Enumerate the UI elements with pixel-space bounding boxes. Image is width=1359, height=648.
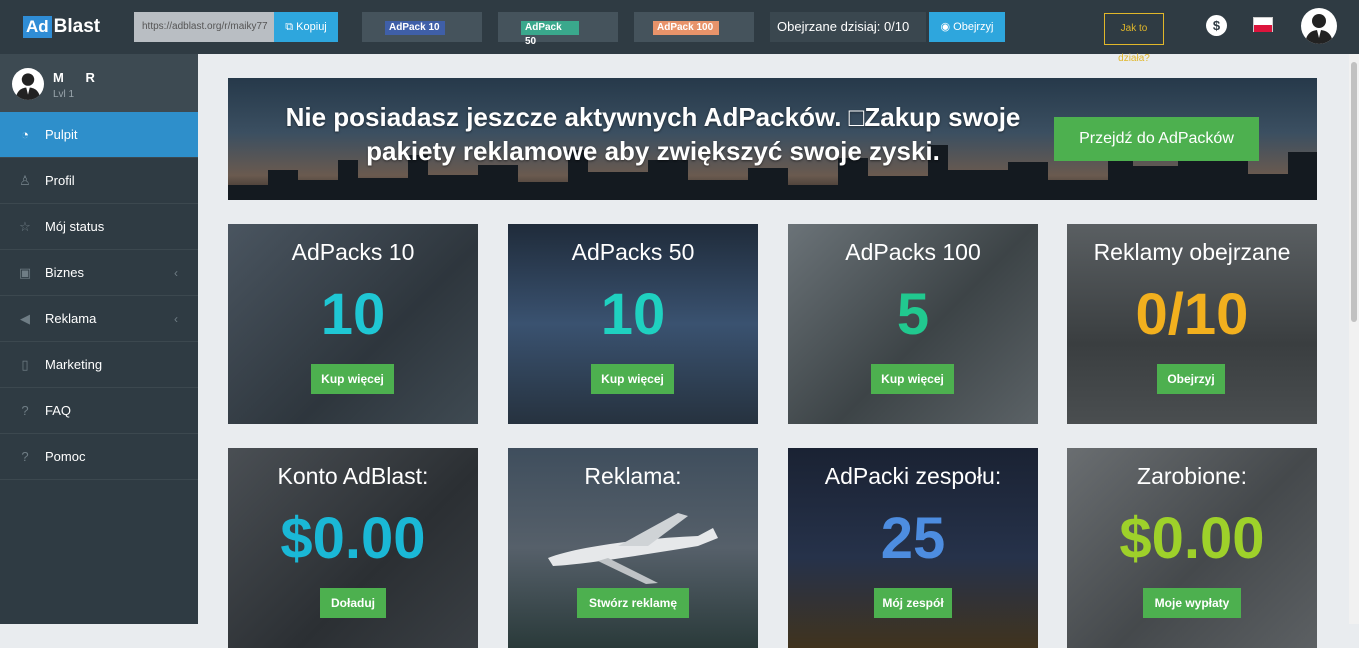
card-title: AdPacks 100 <box>845 239 981 265</box>
dollar-icon[interactable]: $ <box>1206 15 1227 36</box>
sidebar-item-label: Pulpit <box>45 127 78 142</box>
sidebar-item-pomoc[interactable]: ? Pomoc <box>0 434 198 480</box>
card-adpacks-10: AdPacks 10 10 Kup więcej <box>228 224 478 424</box>
my-payouts-button[interactable]: Moje wypłaty <box>1143 588 1241 618</box>
page-scrollbar[interactable] <box>1349 54 1359 624</box>
sidebar-item-label: Reklama <box>45 311 97 326</box>
top-up-button[interactable]: Doładuj <box>320 588 386 618</box>
sidebar-menu: ◔ Pulpit ♙ Profil ☆ Mój status ▣ Biznes … <box>0 112 198 480</box>
sidebar-item-label: Biznes <box>45 265 85 280</box>
sidebar-item-biznes[interactable]: ▣ Biznes ‹ <box>0 250 198 296</box>
sidebar-item-label: Pomoc <box>45 449 86 464</box>
card-title: AdPacks 10 <box>291 239 415 265</box>
sidebar-avatar <box>12 68 44 100</box>
create-ad-button[interactable]: Stwórz reklamę <box>577 588 689 618</box>
sidebar-item-reklama[interactable]: ◀ Reklama ‹ <box>0 296 198 342</box>
card-adpacks-50: AdPacks 50 10 Kup więcej <box>508 224 758 424</box>
card-value: 25 <box>880 506 946 571</box>
buy-more-button[interactable]: Kup więcej <box>591 364 674 394</box>
airplane-image <box>548 513 718 584</box>
card-value: $0.00 <box>280 506 426 571</box>
copy-label: Kopiuj <box>296 21 327 33</box>
adpack-50-counter[interactable]: AdPack 50 <box>498 12 618 47</box>
sidebar-item-faq[interactable]: ? FAQ <box>0 388 198 434</box>
scrollbar-thumb[interactable] <box>1351 62 1357 322</box>
referral-link-field[interactable]: https://adblast.org/r/maiky77 <box>134 12 274 42</box>
card-adpacks-100: AdPacks 100 5 Kup więcej <box>788 224 1038 424</box>
briefcase-icon: ▣ <box>18 265 32 280</box>
adpack-100-label: AdPack 100 <box>653 21 719 35</box>
card-value: 0/10 <box>1135 282 1249 347</box>
card-title: Reklamy obejrzane <box>1093 239 1291 265</box>
watch-ads-button[interactable]: Obejrzyj <box>1157 364 1225 394</box>
avatar-silhouette-icon <box>15 73 41 100</box>
card-team-adpacks: AdPacki zespołu: 25 Mój zespół <box>788 448 1038 648</box>
sidebar-item-label: Mój status <box>45 219 105 234</box>
card-advertising: Reklama: Stwórz reklamę <box>508 448 758 648</box>
user-icon: ♙ <box>19 173 31 188</box>
top-navbar: Ad Blast https://adblast.org/r/maiky77 ⧉… <box>0 0 1359 64</box>
card-value: 5 <box>896 282 930 347</box>
card-ads-watched: Reklamy obejrzane 0/10 Obejrzyj <box>1067 224 1317 424</box>
sidebar-item-profil[interactable]: ♙ Profil <box>0 158 198 204</box>
watch-label: Obejrzyj <box>953 21 994 33</box>
adpack-10-counter[interactable]: AdPack 10 <box>362 12 482 42</box>
buy-more-button[interactable]: Kup więcej <box>311 364 394 394</box>
adpack-100-counter[interactable]: AdPack 100 <box>634 12 754 42</box>
star-icon: ☆ <box>19 219 31 234</box>
question-icon: ? <box>21 449 29 464</box>
watch-button[interactable]: ◉ Obejrzyj <box>929 12 1005 42</box>
sidebar-item-moj-status[interactable]: ☆ Mój status <box>0 204 198 250</box>
logo-ad: Ad <box>23 16 52 38</box>
chevron-left-icon: ‹ <box>174 312 178 326</box>
flag-pl-icon[interactable] <box>1253 17 1273 32</box>
card-title: Reklama: <box>584 463 682 489</box>
adpack-50-label: AdPack 50 <box>521 21 579 47</box>
copy-icon: ⧉ <box>285 21 294 33</box>
viewed-today-counter: Obejrzane dzisiaj: 0/10 <box>770 12 926 42</box>
sidebar-item-label: Marketing <box>45 357 103 372</box>
chevron-left-icon: ‹ <box>174 266 178 280</box>
card-title: Zarobione: <box>1137 463 1247 489</box>
sidebar-item-pulpit[interactable]: ◔ Pulpit <box>0 112 198 158</box>
megaphone-icon: ◀ <box>20 311 30 326</box>
card-value: $0.00 <box>1119 506 1265 571</box>
go-to-adpacks-button[interactable]: Przejdź do AdPacków <box>1054 117 1259 161</box>
card-title: Konto AdBlast: <box>277 463 429 489</box>
card-value: 10 <box>600 282 666 347</box>
avatar-silhouette-icon <box>1305 14 1333 44</box>
logo-blast: Blast <box>53 16 101 37</box>
adblast-logo[interactable]: Ad Blast <box>23 16 100 38</box>
dashboard-icon: ◔ <box>21 127 29 142</box>
user-level: Lvl 1 <box>53 89 75 100</box>
copy-link-button[interactable]: ⧉ Kopiuj <box>274 12 338 42</box>
banner-message: Nie posiadasz jeszcze aktywnych AdPacków… <box>285 102 1021 166</box>
card-value: 10 <box>320 282 386 347</box>
user-name: M R <box>53 70 95 85</box>
sidebar: M R Lvl 1 ◔ Pulpit ♙ Profil ☆ Mój status… <box>0 54 198 624</box>
no-adpacks-banner: Nie posiadasz jeszcze aktywnych AdPacków… <box>228 78 1317 200</box>
sidebar-item-label: FAQ <box>45 403 72 418</box>
card-earned: Zarobione: $0.00 Moje wypłaty <box>1067 448 1317 648</box>
card-title: AdPacks 50 <box>571 239 695 265</box>
mobile-icon: ▯ <box>21 357 29 372</box>
how-it-works-button[interactable]: Jak to działa? <box>1104 13 1164 64</box>
question-icon: ? <box>21 403 29 418</box>
sidebar-item-label: Profil <box>45 173 75 188</box>
sidebar-item-marketing[interactable]: ▯ Marketing <box>0 342 198 388</box>
adpack-10-label: AdPack 10 <box>385 21 445 35</box>
buy-more-button[interactable]: Kup więcej <box>871 364 954 394</box>
user-panel: M R Lvl 1 <box>0 54 198 112</box>
eye-icon: ◉ <box>940 21 951 33</box>
card-adblast-account: Konto AdBlast: $0.00 Doładuj <box>228 448 478 648</box>
card-title: AdPacki zespołu: <box>824 463 1002 489</box>
my-team-button[interactable]: Mój zespół <box>874 588 952 618</box>
user-avatar[interactable] <box>1301 8 1337 44</box>
